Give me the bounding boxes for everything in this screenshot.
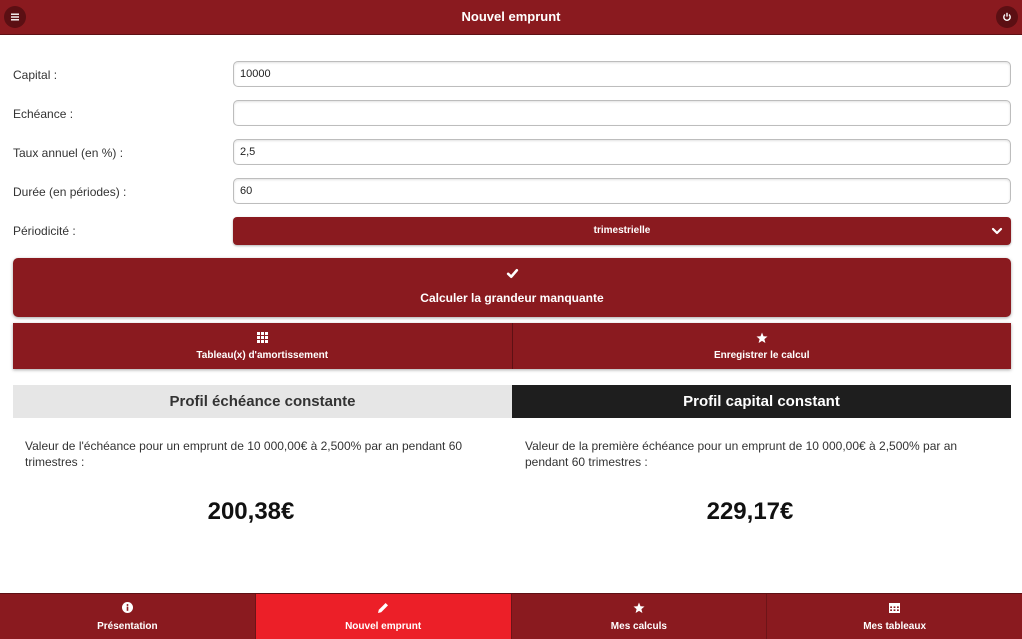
info-icon bbox=[121, 602, 133, 613]
page-title: Nouvel emprunt bbox=[461, 9, 561, 24]
periodicite-label: Périodicité : bbox=[13, 224, 76, 238]
result-value: 229,17€ bbox=[706, 498, 794, 525]
duree-input[interactable] bbox=[233, 178, 1011, 204]
nav-item-mes-tableaux[interactable]: Mes tableaux bbox=[766, 594, 1022, 639]
taux-input[interactable] bbox=[233, 139, 1011, 165]
echeance-input[interactable] bbox=[233, 100, 1011, 126]
header-bar: Nouvel emprunt bbox=[0, 0, 1022, 35]
duree-row: Durée (en périodes) : bbox=[0, 178, 1022, 206]
tableaux-amortissement-label: Tableau(x) d'amortissement bbox=[196, 350, 329, 361]
capital-input[interactable] bbox=[233, 61, 1011, 87]
grid-icon bbox=[256, 332, 268, 343]
nav-item-presentation[interactable]: Présentation bbox=[0, 594, 255, 639]
periodicite-selected-value: trimestrielle bbox=[593, 225, 651, 236]
enregistrer-calcul-label: Enregistrer le calcul bbox=[713, 350, 810, 361]
tableaux-amortissement-button[interactable]: Tableau(x) d'amortissement bbox=[13, 323, 512, 369]
result-capital-constant: Valeur de la première échéance pour un e… bbox=[525, 438, 995, 525]
taux-label: Taux annuel (en %) : bbox=[13, 146, 124, 160]
result-value: 200,38€ bbox=[207, 498, 295, 525]
capital-label: Capital : bbox=[13, 68, 58, 82]
power-button[interactable] bbox=[996, 6, 1018, 28]
taux-row: Taux annuel (en %) : bbox=[0, 139, 1022, 167]
echeance-label: Echéance : bbox=[13, 107, 74, 121]
capital-row: Capital : bbox=[0, 61, 1022, 89]
app: Nouvel emprunt Capital : Echéance : Taux… bbox=[0, 0, 1022, 639]
nav-item-mes-calculs[interactable]: Mes calculs bbox=[510, 594, 767, 639]
duree-label: Durée (en périodes) : bbox=[13, 185, 127, 199]
tab-capital-constant[interactable]: Profil capital constant bbox=[512, 385, 1011, 418]
nav-item-label: Mes calculs bbox=[610, 621, 667, 632]
result-description: Valeur de l'échéance pour un emprunt de … bbox=[25, 439, 463, 469]
periodicite-select[interactable]: trimestrielle bbox=[233, 217, 1011, 245]
result-description: Valeur de la première échéance pour un e… bbox=[525, 439, 958, 469]
nav-item-label: Présentation bbox=[97, 621, 158, 632]
star-icon bbox=[756, 332, 768, 343]
star-icon bbox=[633, 602, 645, 613]
pencil-icon bbox=[378, 603, 389, 613]
bottom-navigation: Présentation Nouvel emprunt Mes calculs bbox=[0, 593, 1022, 639]
nav-item-label: Mes tableaux bbox=[863, 621, 927, 632]
secondary-actions: Tableau(x) d'amortissement Enregistrer l… bbox=[13, 323, 1011, 369]
tab-echeance-constante[interactable]: Profil échéance constante bbox=[13, 385, 512, 418]
chevron-down-icon bbox=[991, 227, 1003, 235]
result-echeance-constante: Valeur de l'échéance pour un emprunt de … bbox=[25, 438, 495, 525]
echeance-row: Echéance : bbox=[0, 100, 1022, 128]
nav-item-nouvel-emprunt[interactable]: Nouvel emprunt bbox=[254, 594, 511, 639]
profile-tabs: Profil échéance constante Profil capital… bbox=[13, 385, 1011, 418]
calculate-button[interactable]: Calculer la grandeur manquante bbox=[13, 258, 1011, 317]
calendar-icon bbox=[889, 603, 901, 613]
power-icon bbox=[1003, 12, 1011, 21]
periodicite-row: Périodicité : trimestrielle bbox=[0, 217, 1022, 245]
nav-item-label: Nouvel emprunt bbox=[345, 621, 422, 632]
enregistrer-calcul-button[interactable]: Enregistrer le calcul bbox=[511, 323, 1012, 369]
calculate-label: Calculer la grandeur manquante bbox=[420, 291, 604, 305]
check-icon bbox=[506, 268, 518, 279]
